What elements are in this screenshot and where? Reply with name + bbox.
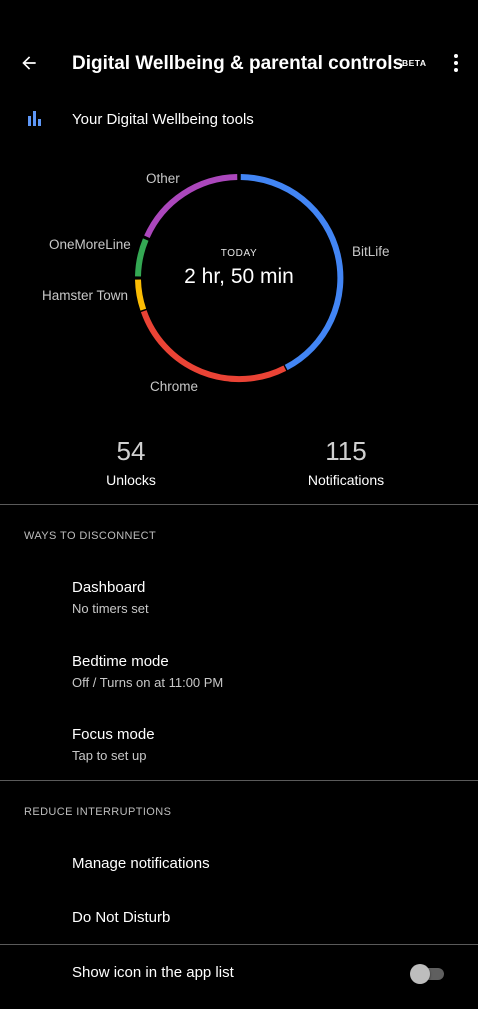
- notifications-count: 115: [325, 436, 367, 466]
- back-button[interactable]: [12, 46, 46, 80]
- donut-label-chrome: Chrome: [150, 379, 199, 394]
- donut-label-other: Other: [146, 171, 180, 186]
- divider: [0, 504, 478, 505]
- unlocks-count: 54: [116, 436, 146, 466]
- dashboard-title: Dashboard: [72, 579, 146, 596]
- show-icon-toggle[interactable]: [410, 964, 444, 984]
- notifications-label: Notifications: [307, 472, 385, 488]
- focus-mode-subtitle: Tap to set up: [72, 748, 147, 763]
- beta-badge: BETA: [402, 58, 427, 68]
- bedtime-mode-item[interactable]: Bedtime mode Off / Turns on at 11:00 PM: [0, 640, 478, 706]
- reduce-interruptions-heading: REDUCE INTERRUPTIONS: [24, 806, 172, 818]
- donut-label-onemoreline: OneMoreLine: [49, 237, 131, 252]
- unlocks-label: Unlocks: [106, 472, 156, 488]
- donut-label-bitlife: BitLife: [352, 244, 390, 259]
- bedtime-mode-subtitle: Off / Turns on at 11:00 PM: [72, 675, 224, 690]
- do-not-disturb-title: Do Not Disturb: [72, 909, 171, 926]
- donut-label-hamster-town: Hamster Town: [42, 288, 129, 303]
- divider: [0, 780, 478, 781]
- page-title: Digital Wellbeing & parental controls: [72, 53, 404, 74]
- divider: [0, 944, 478, 945]
- dashboard-item[interactable]: Dashboard No timers set: [0, 566, 478, 632]
- dashboard-subtitle: No timers set: [72, 601, 149, 616]
- unlocks-stat[interactable]: 54 Unlocks: [51, 436, 211, 488]
- donut-segment-chrome: [140, 310, 287, 383]
- manage-notifications-item[interactable]: Manage notifications: [0, 842, 478, 888]
- more-vert-icon: [454, 54, 458, 72]
- ways-to-disconnect-heading: WAYS TO DISCONNECT: [24, 530, 157, 542]
- bar-chart-icon: [28, 111, 41, 126]
- focus-mode-item[interactable]: Focus mode Tap to set up: [0, 713, 478, 779]
- more-options-button[interactable]: [444, 48, 468, 78]
- manage-notifications-title: Manage notifications: [72, 855, 210, 872]
- notifications-stat[interactable]: 115 Notifications: [266, 436, 426, 488]
- show-icon-row[interactable]: Show icon in the app list: [0, 951, 478, 997]
- arrow-left-icon: [22, 56, 36, 70]
- bedtime-mode-title: Bedtime mode: [72, 653, 169, 670]
- wellbeing-tools-row[interactable]: Your Digital Wellbeing tools: [0, 100, 478, 140]
- usage-period-label: TODAY: [220, 248, 258, 259]
- wellbeing-tools-label: Your Digital Wellbeing tools: [72, 111, 254, 128]
- focus-mode-title: Focus mode: [72, 726, 155, 743]
- toggle-thumb: [410, 964, 430, 984]
- usage-total-time: 2 hr, 50 min: [184, 265, 294, 288]
- usage-donut-chart[interactable]: Other BitLife OneMoreLine Hamster Town C…: [0, 160, 478, 400]
- show-icon-label: Show icon in the app list: [72, 964, 234, 981]
- do-not-disturb-item[interactable]: Do Not Disturb: [0, 896, 478, 942]
